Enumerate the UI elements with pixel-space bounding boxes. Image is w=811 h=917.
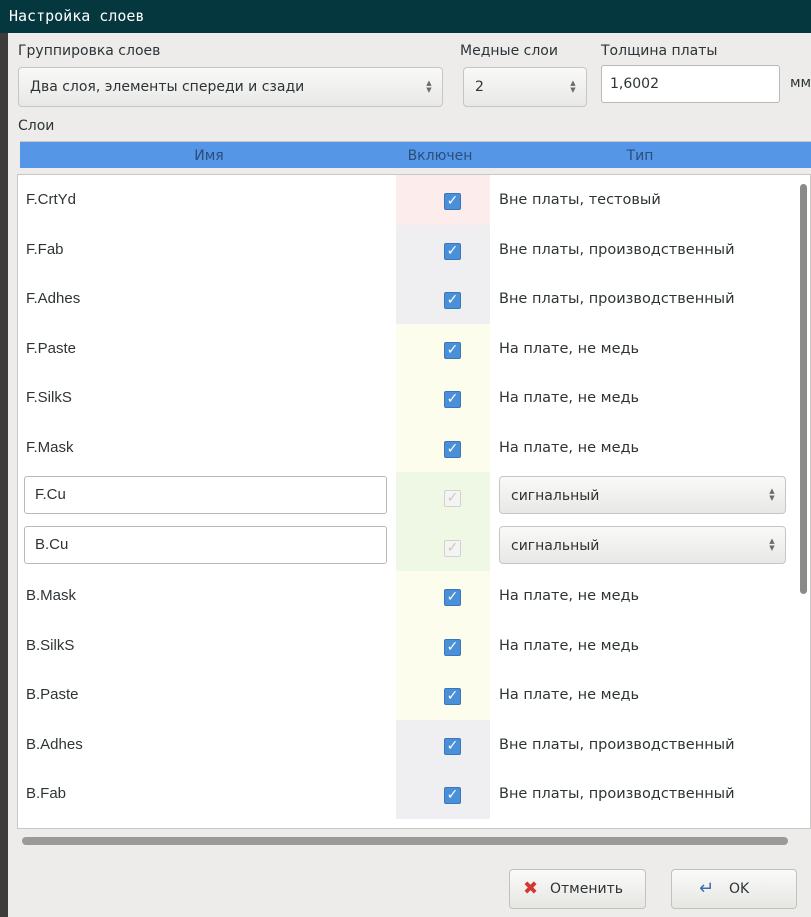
table-row: F.Paste ✓ На плате, не медь — [18, 323, 798, 374]
layer-name: F.CrtYd — [26, 191, 77, 208]
layer-type: Вне платы, производственный — [499, 786, 735, 802]
layer-enabled-checkbox[interactable]: ✓ — [444, 440, 461, 458]
layer-type: На плате, не медь — [499, 340, 640, 357]
layer-name: B.SilkS — [26, 636, 75, 654]
table-row: F.Mask ✓ На плате, не медь — [18, 422, 798, 473]
layer-name-value: F.Cu — [35, 486, 66, 503]
layer-color-cell: ✓ — [396, 769, 490, 819]
layer-type-value: сигнальный — [511, 488, 600, 504]
ok-button[interactable]: ↵ OK — [671, 869, 797, 909]
copper-layers-label: Медные слои — [460, 43, 558, 59]
window-left-edge — [0, 33, 8, 917]
table-row: B.Fab ✓ Вне платы, производственный — [18, 769, 798, 819]
thickness-unit: мм — [790, 75, 811, 91]
layer-type: На плате, не медь — [499, 687, 640, 703]
table-row: B.Adhes ✓ Вне платы, производственный — [18, 719, 798, 770]
layer-enabled-checkbox[interactable]: ✓ — [444, 242, 461, 260]
layer-color-cell: ✓ — [396, 373, 490, 423]
spin-arrows-icon: ▲ ▼ — [769, 536, 775, 552]
layers-table-header: Имя Включен Тип — [20, 141, 811, 168]
layer-type-combo[interactable]: сигнальный ▲ ▼ — [499, 476, 786, 514]
layer-enabled-checkbox[interactable]: ✓ — [444, 737, 461, 755]
spin-arrows-icon: ▲ ▼ — [769, 487, 775, 502]
layer-name: B.Adhes — [26, 735, 83, 753]
layers-table: F.CrtYd ✓ Вне платы, тестовый F.Fab ✓ Вне пла… — [17, 174, 811, 829]
layer-enabled-checkbox[interactable]: ✓ — [444, 688, 461, 705]
cancel-button-label: Отменить — [550, 881, 624, 897]
horizontal-scrollbar[interactable] — [22, 837, 788, 845]
cancel-x-icon: ✖ — [523, 878, 539, 899]
layer-color-cell: ✓ — [396, 521, 490, 572]
layer-type: На плате, не медь — [499, 390, 640, 406]
table-row: F.SilkS ✓ На плате, не медь — [18, 373, 798, 423]
board-thickness-input[interactable]: 1,6002 — [601, 65, 780, 103]
table-row: B.SilkS ✓ На плате, не медь — [18, 620, 798, 671]
layer-type: На плате, не медь — [499, 637, 640, 654]
layer-color-cell: ✓ — [396, 224, 490, 275]
layer-name: F.Paste — [26, 339, 77, 357]
enter-arrow-icon: ↵ — [699, 878, 715, 899]
layer-color-cell: ✓ — [396, 323, 490, 374]
layer-color-cell: ✓ — [396, 422, 490, 473]
layer-name: B.Paste — [26, 686, 79, 703]
layer-name: F.Fab — [26, 240, 64, 258]
layer-type: Вне платы, производственный — [499, 241, 735, 258]
layer-enabled-checkbox[interactable]: ✓ — [444, 638, 461, 656]
layer-color-cell: ✓ — [396, 719, 490, 770]
layer-grouping-label: Группировка слоев — [18, 43, 161, 59]
layer-color-cell: ✓ — [396, 670, 490, 720]
table-row: F.Cu ✓ сигнальный ▲ ▼ — [18, 472, 798, 522]
layer-color-cell: ✓ — [396, 571, 490, 621]
layer-enabled-checkbox: ✓ — [444, 539, 461, 557]
spin-arrows-icon: ▲ ▼ — [570, 79, 576, 94]
layer-grouping-value: Два слоя, элементы спереди и сзади — [30, 79, 305, 95]
copper-layers-value: 2 — [475, 79, 484, 95]
layer-color-cell: ✓ — [396, 472, 490, 522]
layer-enabled-checkbox: ✓ — [444, 490, 461, 507]
layer-grouping-combo[interactable]: Два слоя, элементы спереди и сзади ▲ ▼ — [18, 67, 443, 107]
layer-name: F.Adhes — [26, 290, 81, 307]
column-header-name[interactable]: Имя — [20, 142, 398, 171]
layer-color-cell: ✓ — [396, 620, 490, 671]
copper-layers-combo[interactable]: 2 ▲ ▼ — [463, 67, 587, 107]
layer-name: F.SilkS — [26, 389, 72, 406]
table-row: F.CrtYd ✓ Вне платы, тестовый — [18, 175, 798, 225]
ok-button-label: OK — [729, 881, 750, 897]
column-header-enabled[interactable]: Включен — [390, 142, 490, 171]
window-title: Настройка слоев — [0, 0, 811, 33]
layer-type-combo[interactable]: сигнальный ▲ ▼ — [499, 525, 786, 564]
layer-type: Вне платы, производственный — [499, 291, 735, 307]
layer-enabled-checkbox[interactable]: ✓ — [444, 589, 461, 606]
board-thickness-label: Толщина платы — [601, 43, 718, 59]
layer-name-input[interactable]: F.Cu — [24, 476, 387, 514]
layer-type: На плате, не медь — [499, 439, 640, 456]
layer-name: B.Fab — [26, 785, 67, 802]
layer-name: B.Mask — [26, 587, 77, 604]
layer-name: F.Mask — [26, 438, 74, 456]
board-thickness-value: 1,6002 — [610, 76, 659, 92]
layer-color-cell: ✓ — [396, 175, 490, 225]
table-row: B.Paste ✓ На плате, не медь — [18, 670, 798, 720]
layer-name-input[interactable]: B.Cu — [24, 525, 387, 564]
table-row: F.Adhes ✓ Вне платы, производственный — [18, 274, 798, 324]
table-row: B.Mask ✓ На плате, не медь — [18, 571, 798, 621]
layer-enabled-checkbox[interactable]: ✓ — [444, 292, 461, 309]
layer-enabled-checkbox[interactable]: ✓ — [444, 193, 461, 210]
vertical-scrollbar[interactable] — [800, 184, 807, 594]
layer-color-cell: ✓ — [396, 274, 490, 324]
layer-enabled-checkbox[interactable]: ✓ — [444, 787, 461, 804]
layer-name-value: B.Cu — [35, 535, 69, 553]
layer-type: На плате, не медь — [499, 588, 640, 604]
table-row: F.Fab ✓ Вне платы, производственный — [18, 224, 798, 275]
layers-section-label: Слои — [18, 118, 55, 134]
layer-enabled-checkbox[interactable]: ✓ — [444, 391, 461, 408]
layer-enabled-checkbox[interactable]: ✓ — [444, 341, 461, 359]
cancel-button[interactable]: ✖ Отменить — [509, 869, 646, 909]
layer-type: Вне платы, тестовый — [499, 192, 661, 208]
column-header-type[interactable]: Тип — [490, 142, 790, 171]
layer-type: Вне платы, производственный — [499, 736, 735, 753]
table-row: B.Cu ✓ сигнальный ▲ ▼ — [18, 521, 798, 572]
layer-type-value: сигнальный — [511, 537, 600, 554]
spin-arrows-icon: ▲ ▼ — [426, 79, 432, 94]
